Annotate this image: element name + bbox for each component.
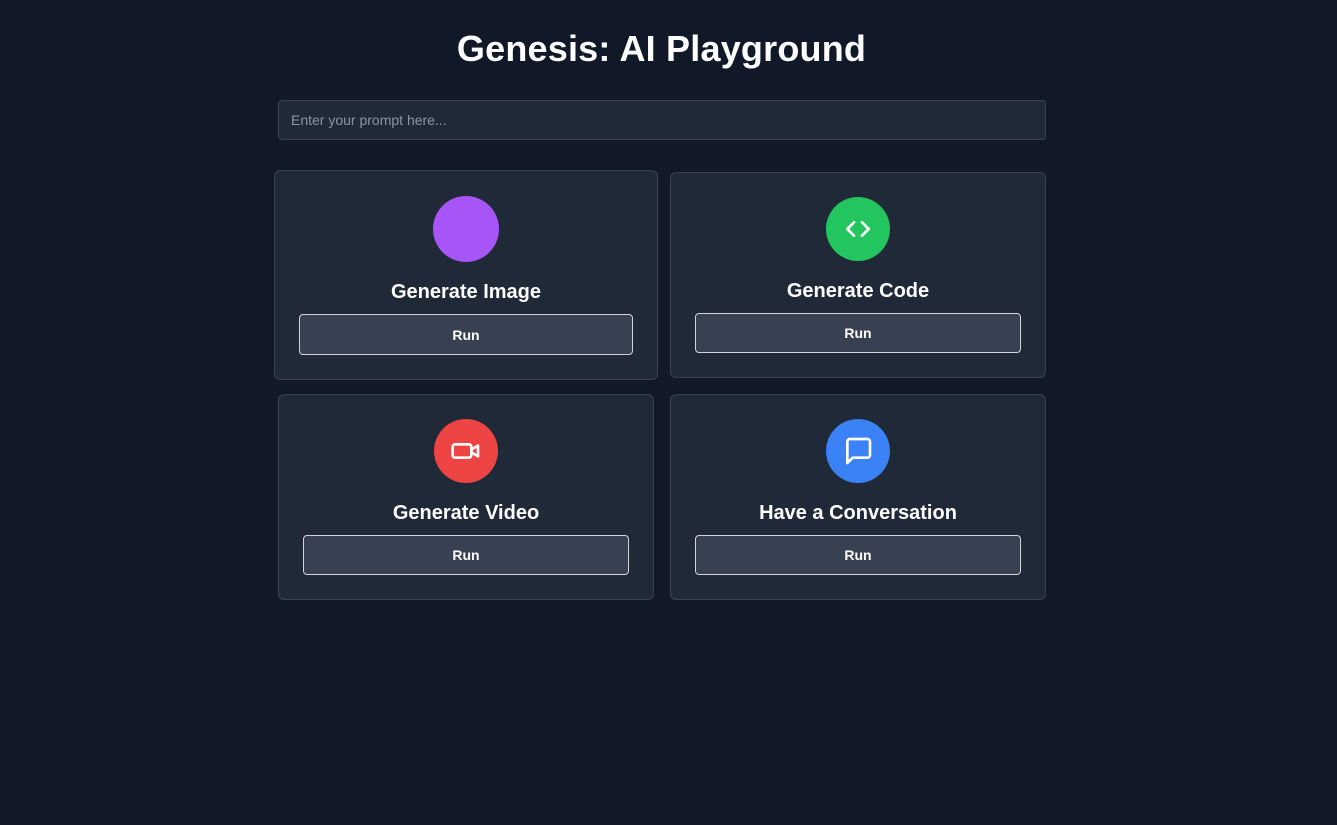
video-camera-icon	[434, 419, 498, 483]
generate-code-card: Generate Code Run	[670, 172, 1046, 378]
card-title: Generate Image	[390, 281, 542, 303]
prompt-input[interactable]	[278, 100, 1046, 140]
run-conversation-button[interactable]: Run	[695, 535, 1021, 575]
generate-video-card: Generate Video Run	[278, 394, 654, 600]
run-image-button[interactable]: Run	[299, 314, 633, 355]
generate-image-card: Generate Image Run	[274, 170, 658, 380]
run-video-button[interactable]: Run	[303, 535, 629, 575]
card-title: Have a Conversation	[759, 502, 957, 524]
code-icon	[826, 197, 890, 261]
chat-bubble-icon	[826, 419, 890, 483]
conversation-card: Have a Conversation Run	[670, 394, 1046, 600]
card-title: Generate Code	[786, 280, 930, 302]
card-title: Generate Video	[392, 502, 540, 524]
run-code-button[interactable]: Run	[695, 313, 1021, 353]
page-title: Genesis: AI Playground	[456, 28, 867, 69]
image-icon	[433, 196, 499, 262]
